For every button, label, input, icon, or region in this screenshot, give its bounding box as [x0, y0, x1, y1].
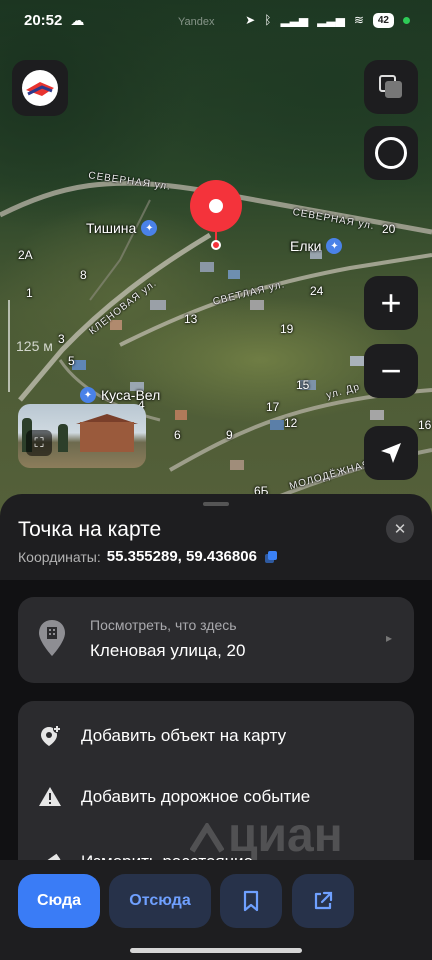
privacy-indicator-icon [403, 16, 410, 24]
bookmark-button[interactable] [220, 874, 282, 928]
selected-point-pin [190, 180, 242, 250]
map-scale-label: 125 м [16, 338, 53, 354]
route-from-here-button[interactable]: Отсюда [109, 874, 211, 928]
alice-icon [375, 137, 407, 169]
building-pin-icon [39, 620, 65, 656]
share-icon [314, 891, 333, 910]
plus-icon: + [380, 282, 402, 323]
map-view[interactable]: Yandex СЕВЕРНАЯ ул. СЕВЕРНАЯ ул. КЛЕНОВА… [0, 0, 432, 520]
house-number: 9 [226, 428, 233, 442]
sheet-grabber[interactable] [203, 502, 229, 506]
poi-kusa-vel[interactable]: ✦ Куса-Вел [80, 387, 160, 403]
house-number: 16 [418, 418, 432, 432]
coordinates-value[interactable]: 55.355289, 59.436806 [107, 548, 257, 565]
location-icon: ➤ [245, 13, 256, 27]
poi-tishina[interactable]: Тишина ✦ [86, 220, 158, 236]
cloud-icon: ☁ [70, 11, 85, 28]
house-number: 15 [296, 378, 310, 392]
what-here-hint: Посмотреть, что здесь [90, 617, 237, 633]
what-here-card[interactable]: Посмотреть, что здесь Кленовая улица, 20… [18, 597, 414, 683]
zoom-in-button[interactable]: + [364, 276, 418, 330]
what-here-address: Кленовая улица, 20 [90, 641, 246, 660]
bookmark-icon [243, 890, 259, 912]
layers-button[interactable] [364, 60, 418, 114]
house-number: 1 [26, 286, 33, 300]
bluetooth-icon: ᛒ [264, 13, 272, 27]
house-number: 8 [80, 268, 87, 282]
signal-icon: ▂▃▅ [317, 13, 345, 27]
sports-icon: ✦ [80, 387, 96, 403]
poi-label: Тишина [86, 220, 137, 236]
my-location-button[interactable] [364, 426, 418, 480]
route-to-here-button[interactable]: Сюда [18, 874, 100, 928]
house-number: 24 [310, 284, 324, 298]
logo-icon [22, 70, 58, 106]
chevron-right-icon: ▸ [386, 631, 393, 645]
action-label: Добавить дорожное событие [81, 787, 311, 806]
sheet-title: Точка на карте [18, 518, 162, 541]
poi-label: Куса-Вел [101, 387, 161, 403]
status-time: 20:52 [24, 11, 63, 29]
coordinates-row: Координаты: 55.355289, 59.436806 [18, 548, 277, 565]
panorama-thumbnail[interactable]: ⛶ [18, 404, 146, 468]
add-object-action[interactable]: Добавить объект на карту [18, 701, 414, 771]
signal-icon: ▂▃▅ [280, 13, 309, 27]
house-number: 5 [68, 354, 75, 368]
close-icon: ✕ [393, 521, 407, 538]
house-number: 20 [382, 222, 396, 236]
app-logo-button[interactable] [12, 60, 68, 116]
bottom-action-bar: Сюда Отсюда [0, 860, 432, 960]
poi-elki[interactable]: Елки ✦ [290, 238, 343, 254]
navigation-arrow-icon [381, 443, 401, 463]
share-button[interactable] [292, 874, 354, 928]
close-button[interactable]: ✕ [386, 515, 414, 543]
sports-icon: ✦ [326, 238, 343, 254]
layers-icon [379, 75, 403, 99]
minus-icon: − [380, 350, 402, 391]
coordinates-label: Координаты: [18, 548, 101, 565]
copy-icon[interactable] [264, 550, 277, 563]
house-number: 13 [184, 312, 198, 326]
alice-button[interactable] [364, 126, 418, 180]
panorama-icon: ⛶ [26, 430, 52, 456]
wifi-icon: ≋ [353, 13, 364, 27]
home-indicator[interactable] [130, 948, 302, 953]
battery-icon: 42 [372, 12, 394, 28]
sports-icon: ✦ [141, 220, 158, 236]
poi-label: Елки [290, 238, 322, 254]
add-place-icon [38, 724, 62, 748]
action-label: Добавить объект на карту [81, 726, 287, 745]
map-scale: 125 м [8, 300, 68, 392]
warning-icon [38, 785, 62, 809]
house-number: 6 [174, 428, 181, 442]
house-number: 2А [18, 248, 33, 262]
zoom-out-button[interactable]: − [364, 344, 418, 398]
house-number: 19 [280, 322, 294, 336]
house-number: 17 [266, 400, 280, 414]
cian-watermark: циан [189, 808, 343, 863]
house-number: 12 [284, 416, 298, 430]
status-bar: 20:52 ☁ ➤ ᛒ ▂▃▅ ▂▃▅ ≋ 42 [0, 0, 432, 40]
